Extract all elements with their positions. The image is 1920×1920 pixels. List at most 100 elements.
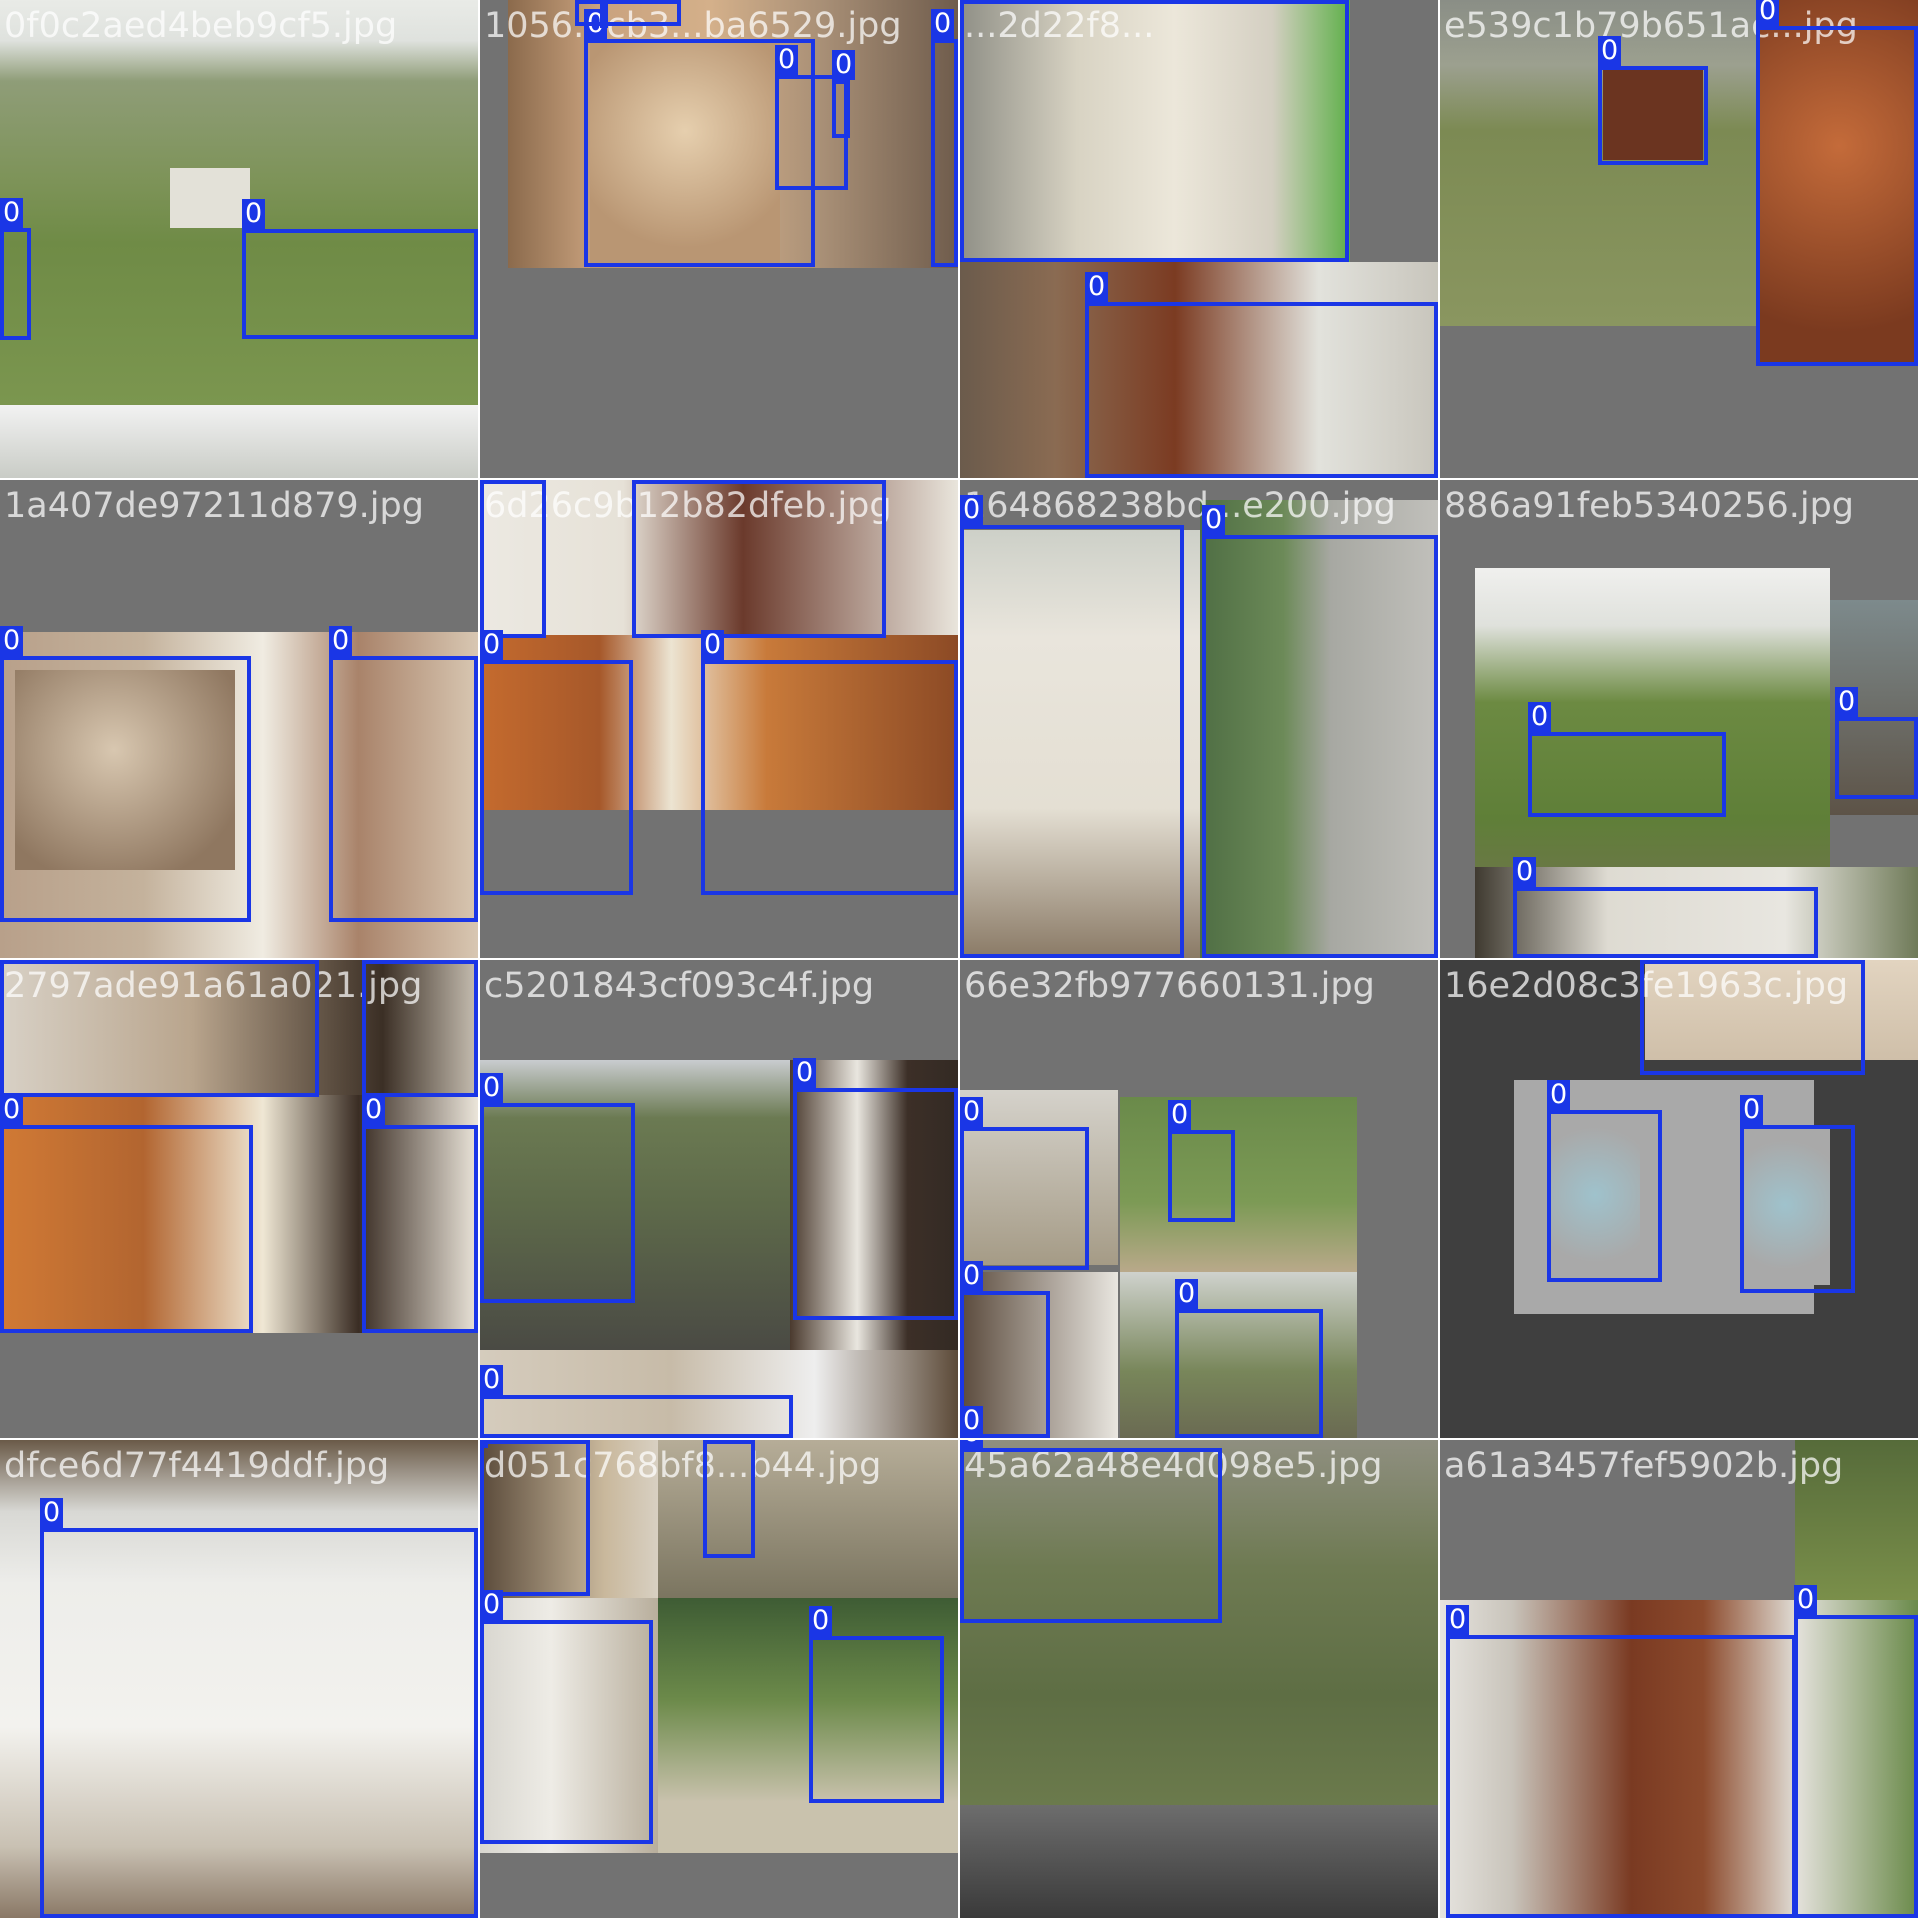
bounding-box: 0 xyxy=(960,1440,1222,1623)
class-label: 0 xyxy=(0,198,24,228)
mosaic-tile: ...2d22f8... 0 0 xyxy=(960,0,1438,478)
bounding-box: 0 xyxy=(1756,0,1918,366)
bounding-box: 0 xyxy=(480,480,546,638)
grid-separator xyxy=(478,0,480,1920)
grid-separator xyxy=(958,0,960,1920)
mosaic-tile: d051c768bf8...b44.jpg 0 0 0 0 0 xyxy=(480,1440,958,1918)
bounding-box: 0 xyxy=(480,1365,793,1438)
class-label: 0 xyxy=(1202,505,1226,535)
mosaic-tile: 6d26c9b12b82dfeb.jpg 0 0 0 0 xyxy=(480,480,958,958)
tile-filename: 1a407de97211d879.jpg xyxy=(4,486,424,526)
bounding-box: 0 xyxy=(1175,1279,1323,1438)
bounding-box: 0 xyxy=(793,1058,958,1320)
tile-filename: 0f0c2aed4beb9cf5.jpg xyxy=(4,6,398,46)
mosaic-tile: 66e32fb977660131.jpg 0 0 0 0 0 xyxy=(960,960,1438,1438)
class-label: 0 xyxy=(793,1058,817,1088)
mosaic-tile: 16e2d08c3fe1963c.jpg 0 0 0 xyxy=(1440,960,1918,1438)
bounding-box: 0 xyxy=(480,1440,590,1596)
mosaic-tile: 1056...cb3...ba6529.jpg 0 0 0 0 0 0 xyxy=(480,0,958,478)
mosaic-tile: 2797ade91a61a021.jpg 0 0 0 0 xyxy=(0,960,478,1438)
bounding-box: 0 xyxy=(480,1440,488,1448)
bounding-box: 0 xyxy=(632,480,886,638)
class-label: 0 xyxy=(960,1406,984,1436)
class-label: 0 xyxy=(1175,1279,1199,1309)
class-label: 0 xyxy=(242,199,266,229)
tile-photo xyxy=(960,1805,1438,1918)
class-label: 0 xyxy=(0,626,24,656)
bounding-box: 0 xyxy=(931,9,958,267)
class-label: 0 xyxy=(0,1095,24,1125)
class-label: 0 xyxy=(931,9,955,39)
bounding-box: 0 xyxy=(0,626,251,922)
class-label: 0 xyxy=(480,1073,504,1103)
bounding-box: 0 xyxy=(1202,505,1438,958)
tile-filename: a61a3457fef5902b.jpg xyxy=(1444,1446,1844,1486)
mosaic-tile: c5201843cf093c4f.jpg 0 0 0 xyxy=(480,960,958,1438)
class-label: 0 xyxy=(362,1095,386,1125)
bounding-box: 0 xyxy=(362,1095,478,1333)
bounding-box: 0 xyxy=(1598,36,1708,165)
class-label: 0 xyxy=(480,1590,504,1620)
bounding-box: 0 xyxy=(1640,960,1865,1075)
class-label: 0 xyxy=(1835,687,1859,717)
tile-filename: c5201843cf093c4f.jpg xyxy=(484,966,875,1006)
mosaic-tile: 886a91feb5340256.jpg 0 0 0 xyxy=(1440,480,1918,958)
bounding-box: 0 xyxy=(480,630,633,895)
class-label: 0 xyxy=(1085,272,1109,302)
bounding-box: 0 xyxy=(1085,272,1438,478)
bounding-box: 0 xyxy=(960,0,1349,262)
class-label: 0 xyxy=(960,1261,984,1291)
class-label: 0 xyxy=(1513,857,1537,887)
class-label: 0 xyxy=(960,1097,984,1127)
class-label: 0 xyxy=(960,495,984,525)
class-label: 0 xyxy=(1446,1605,1470,1635)
class-label: 0 xyxy=(809,1606,833,1636)
grid-separator xyxy=(0,958,1920,960)
mosaic-grid: 0f0c2aed4beb9cf5.jpg 0 0 1056...cb3...ba… xyxy=(0,0,1920,1920)
class-label: 0 xyxy=(40,1498,64,1528)
class-label: 0 xyxy=(329,626,353,656)
grid-separator xyxy=(0,1438,1920,1440)
bounding-box: 0 xyxy=(809,1606,944,1803)
bounding-box: 0 xyxy=(1794,1585,1918,1918)
bounding-box: 0 xyxy=(575,0,681,26)
bounding-box: 0 xyxy=(832,50,856,138)
class-label: 0 xyxy=(1168,1100,1192,1130)
tile-filename: 886a91feb5340256.jpg xyxy=(1444,486,1855,526)
class-label: 0 xyxy=(1756,0,1780,26)
bounding-box: 0 xyxy=(1740,1095,1855,1293)
bounding-box: 0 xyxy=(0,960,319,1097)
class-label: 0 xyxy=(1547,1080,1571,1110)
tile-filename: dfce6d77f4419ddf.jpg xyxy=(4,1446,390,1486)
tile-filename: 66e32fb977660131.jpg xyxy=(964,966,1375,1006)
class-label: 0 xyxy=(480,630,504,660)
bounding-box: 0 xyxy=(1513,857,1818,958)
bounding-box: 0 xyxy=(1446,1605,1796,1918)
bounding-box: 0 xyxy=(703,1440,755,1558)
bounding-box: 0 xyxy=(1547,1080,1662,1282)
tile-photo xyxy=(170,168,250,228)
tile-photo xyxy=(0,405,478,478)
class-label: 0 xyxy=(1740,1095,1764,1125)
mosaic-tile: 0f0c2aed4beb9cf5.jpg 0 0 xyxy=(0,0,478,478)
class-label: 0 xyxy=(775,45,799,75)
bounding-box: 0 xyxy=(701,630,958,895)
mosaic-tile: 45a62a48e4d098e5.jpg 0 xyxy=(960,1440,1438,1918)
mosaic-tile: a61a3457fef5902b.jpg 0 0 xyxy=(1440,1440,1918,1918)
class-label: 0 xyxy=(1528,702,1552,732)
tile-photo xyxy=(1120,1097,1357,1272)
bounding-box: 0 xyxy=(40,1498,478,1918)
bounding-box: 0 xyxy=(242,199,478,339)
mosaic-tile: dfce6d77f4419ddf.jpg 0 xyxy=(0,1440,478,1918)
grid-separator xyxy=(1438,0,1440,1920)
class-label: 0 xyxy=(1794,1585,1818,1615)
tile-filename: 164868238bd...e200.jpg xyxy=(964,486,1396,526)
class-label: 0 xyxy=(480,1365,504,1395)
bounding-box: 0 xyxy=(329,626,478,922)
bounding-box: 0 xyxy=(960,1097,1089,1270)
bounding-box: 0 xyxy=(480,1073,635,1303)
class-label: 0 xyxy=(832,50,856,80)
bounding-box: 0 xyxy=(960,495,1184,958)
mosaic-tile: 164868238bd...e200.jpg 0 0 xyxy=(960,480,1438,958)
mosaic-tile: 1a407de97211d879.jpg 0 0 xyxy=(0,480,478,958)
